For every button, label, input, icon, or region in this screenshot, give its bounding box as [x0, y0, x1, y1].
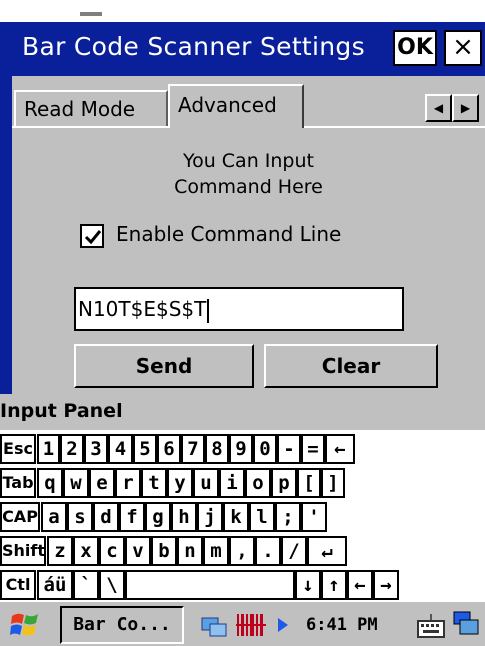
key[interactable]: v [125, 536, 151, 566]
key[interactable]: - [277, 434, 301, 464]
key[interactable]: 2 [60, 434, 84, 464]
ok-button[interactable]: OK [393, 30, 437, 66]
key[interactable]: r [115, 468, 141, 498]
key[interactable]: u [193, 468, 219, 498]
key-backspace[interactable]: ← [325, 434, 355, 464]
key-arrow-right[interactable]: → [373, 570, 399, 600]
clear-button[interactable]: Clear [264, 344, 438, 388]
key[interactable]: w [63, 468, 89, 498]
input-panel-header: Input Panel [0, 394, 485, 430]
key-tab[interactable]: Tab [0, 468, 36, 498]
input-panel-title: Input Panel [0, 400, 123, 422]
key[interactable]: e [89, 468, 115, 498]
key[interactable]: m [203, 536, 229, 566]
key[interactable]: ` [73, 570, 99, 600]
close-button[interactable]: × [444, 30, 482, 66]
key[interactable]: d [93, 502, 119, 532]
key[interactable]: c [99, 536, 125, 566]
key[interactable]: 9 [229, 434, 253, 464]
hint-line-1: You Can Input [183, 150, 314, 172]
key-arrow-left[interactable]: ← [347, 570, 373, 600]
key[interactable]: 5 [133, 434, 157, 464]
key[interactable]: , [229, 536, 255, 566]
settings-dialog: Bar Code Scanner Settings OK × Read Mode… [0, 22, 485, 394]
tab-scroll-right-button[interactable]: ▶ [452, 94, 479, 122]
key-arrow-down[interactable]: ↓ [295, 570, 321, 600]
key[interactable]: l [249, 502, 275, 532]
key[interactable]: a [41, 502, 67, 532]
dialog-left-edge [0, 22, 12, 394]
send-button[interactable]: Send [74, 344, 254, 388]
key[interactable]: p [271, 468, 297, 498]
tab-read-mode[interactable]: Read Mode [14, 90, 168, 126]
top-nub [80, 12, 102, 16]
key-space[interactable] [125, 570, 295, 600]
key[interactable]: o [245, 468, 271, 498]
enable-command-checkbox[interactable] [80, 224, 104, 248]
key[interactable]: h [171, 502, 197, 532]
key[interactable]: ' [301, 502, 327, 532]
key[interactable]: ] [321, 468, 345, 498]
taskbar: Bar Co... 6:41 PM [0, 600, 485, 646]
key[interactable]: f [119, 502, 145, 532]
task-button-bar-code[interactable]: Bar Co... [60, 606, 184, 644]
key[interactable]: s [67, 502, 93, 532]
key[interactable]: = [301, 434, 325, 464]
key[interactable]: n [177, 536, 203, 566]
arrow-icon [278, 618, 288, 632]
key[interactable]: g [145, 502, 171, 532]
key[interactable]: . [255, 536, 281, 566]
checkmark-icon [84, 230, 102, 245]
command-hint: You Can Input Command Here [12, 148, 485, 200]
command-input-value: N10T$E$S$T [78, 297, 207, 321]
key-arrow-up[interactable]: ↑ [321, 570, 347, 600]
key[interactable]: [ [297, 468, 321, 498]
top-strip [0, 0, 485, 22]
key[interactable]: 7 [181, 434, 205, 464]
title-bar: Bar Code Scanner Settings OK × [12, 22, 485, 76]
text-caret [207, 298, 210, 323]
key[interactable]: 3 [84, 434, 108, 464]
dialog-client: Read Mode Advanced ◀ ▶ You Can Input Com… [12, 76, 485, 394]
key[interactable]: x [73, 536, 99, 566]
dialog-title: Bar Code Scanner Settings [22, 32, 365, 61]
key-ctrl[interactable]: Ctl [0, 570, 36, 600]
soft-keyboard: Esc 1 2 3 4 5 6 7 8 9 0 - = ← Tab q w e … [0, 430, 485, 600]
barcode-icon[interactable] [236, 612, 268, 638]
key-caps[interactable]: CAP [0, 502, 40, 532]
key[interactable]: t [141, 468, 167, 498]
key[interactable]: 8 [205, 434, 229, 464]
key[interactable]: ; [275, 502, 301, 532]
key[interactable]: j [197, 502, 223, 532]
keyboard-icon[interactable] [416, 612, 446, 640]
enable-command-label: Enable Command Line [116, 222, 342, 246]
network-icon[interactable] [200, 612, 228, 638]
key[interactable]: z [47, 536, 73, 566]
key[interactable]: y [167, 468, 193, 498]
key[interactable]: q [37, 468, 63, 498]
system-tray: 6:41 PM [194, 606, 446, 644]
key[interactable]: 4 [108, 434, 133, 464]
key[interactable]: i [219, 468, 245, 498]
key[interactable]: k [223, 502, 249, 532]
tab-scroll-buttons: ◀ ▶ [425, 94, 479, 122]
hint-line-2: Command Here [174, 176, 323, 198]
key-international[interactable]: áü [37, 570, 73, 600]
key[interactable]: 0 [253, 434, 277, 464]
key[interactable]: \ [99, 570, 125, 600]
windows-flag-icon[interactable] [10, 610, 40, 640]
key-shift[interactable]: Shift [0, 536, 46, 566]
key[interactable]: b [151, 536, 177, 566]
key[interactable]: 6 [157, 434, 181, 464]
key-enter[interactable]: ↵ [307, 536, 347, 566]
key-esc[interactable]: Esc [0, 434, 36, 464]
desktop-icon[interactable] [452, 610, 480, 638]
key[interactable]: 1 [37, 434, 60, 464]
tab-advanced[interactable]: Advanced [168, 84, 304, 128]
command-input[interactable]: N10T$E$S$T [74, 287, 404, 331]
tab-scroll-left-button[interactable]: ◀ [425, 94, 452, 122]
clock[interactable]: 6:41 PM [306, 606, 378, 644]
key[interactable]: / [281, 536, 307, 566]
